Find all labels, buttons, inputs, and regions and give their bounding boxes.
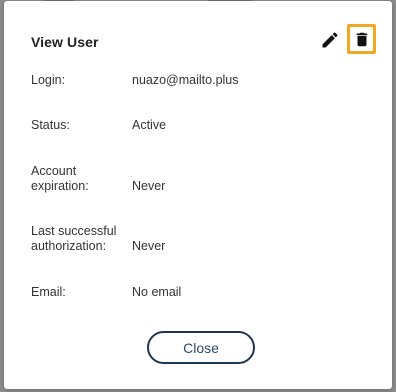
- field-label: Last successful authorization:: [31, 224, 117, 253]
- field-value: Never: [132, 179, 166, 193]
- delete-button[interactable]: [347, 24, 376, 54]
- field-value: nuazo@mailto.plus: [132, 73, 239, 87]
- field-label: Email:: [31, 285, 66, 299]
- field-label: Login:: [31, 73, 66, 87]
- dialog-title: View User: [31, 34, 99, 50]
- field-value: Active: [132, 118, 167, 132]
- trash-icon: [356, 32, 367, 46]
- field-label: Account expiration:: [31, 164, 89, 193]
- view-user-dialog: View User Login: nuazo@mailto.plus Statu…: [4, 1, 392, 389]
- field-label: Status:: [31, 118, 70, 132]
- pencil-icon: [322, 32, 338, 48]
- close-button[interactable]: Close: [147, 331, 255, 364]
- edit-button[interactable]: [318, 28, 342, 52]
- field-value: Never: [132, 239, 166, 253]
- field-value: No email: [132, 285, 182, 299]
